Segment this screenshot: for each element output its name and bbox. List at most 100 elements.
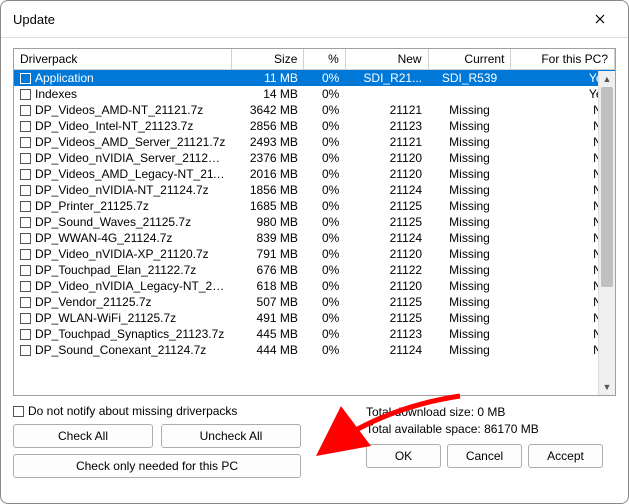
driverpack-table: Driverpack Size % New Current For this P…: [14, 49, 615, 358]
cell-pct: 0%: [304, 326, 345, 342]
table-row[interactable]: DP_Videos_AMD_Server_21121.7z2493 MB0%21…: [14, 134, 615, 150]
cell-newv: 21125: [345, 198, 428, 214]
row-checkbox[interactable]: [20, 137, 31, 148]
cell-newv: 21125: [345, 214, 428, 230]
check-needed-button[interactable]: Check only needed for this PC: [13, 454, 301, 478]
uncheck-all-button[interactable]: Uncheck All: [161, 424, 301, 448]
table-row[interactable]: DP_Video_nVIDIA_Server_21120.7z2376 MB0%…: [14, 150, 615, 166]
cell-size: 1685 MB: [231, 198, 303, 214]
row-checkbox[interactable]: [20, 121, 31, 132]
cell-size: 491 MB: [231, 310, 303, 326]
cell-cur: Missing: [428, 342, 511, 358]
row-checkbox[interactable]: [20, 297, 31, 308]
cell-pct: 0%: [304, 294, 345, 310]
table-row[interactable]: DP_Printer_21125.7z1685 MB0%21125Missing…: [14, 198, 615, 214]
row-checkbox[interactable]: [20, 265, 31, 276]
cell-pct: 0%: [304, 310, 345, 326]
row-checkbox[interactable]: [20, 313, 31, 324]
row-checkbox[interactable]: [20, 73, 31, 84]
row-checkbox[interactable]: [20, 169, 31, 180]
row-checkbox[interactable]: [20, 105, 31, 116]
accept-button[interactable]: Accept: [528, 444, 603, 468]
cell-name-text: DP_Video_nVIDIA-NT_21124.7z: [35, 183, 209, 197]
table-row[interactable]: DP_Touchpad_Elan_21122.7z676 MB0%21122Mi…: [14, 262, 615, 278]
row-checkbox[interactable]: [20, 345, 31, 356]
table-row[interactable]: DP_Videos_AMD_Legacy-NT_211...2016 MB0%2…: [14, 166, 615, 182]
cell-driverpack: DP_Videos_AMD_Legacy-NT_211...: [14, 166, 231, 182]
cell-size: 11 MB: [231, 70, 303, 87]
table-row[interactable]: DP_Videos_AMD-NT_21121.7z3642 MB0%21121M…: [14, 102, 615, 118]
notify-label: Do not notify about missing driverpacks: [28, 404, 237, 418]
col-new[interactable]: New: [345, 49, 428, 70]
row-checkbox[interactable]: [20, 201, 31, 212]
scroll-down-arrow[interactable]: ▼: [599, 379, 615, 395]
table-row[interactable]: DP_Video_nVIDIA-NT_21124.7z1856 MB0%2112…: [14, 182, 615, 198]
row-checkbox[interactable]: [20, 233, 31, 244]
row-checkbox[interactable]: [20, 89, 31, 100]
cell-size: 2856 MB: [231, 118, 303, 134]
cancel-button[interactable]: Cancel: [447, 444, 522, 468]
cell-driverpack: DP_Printer_21125.7z: [14, 198, 231, 214]
cell-driverpack: DP_Videos_AMD-NT_21121.7z: [14, 102, 231, 118]
driverpack-table-container: Driverpack Size % New Current For this P…: [13, 48, 616, 396]
cell-name-text: DP_Vendor_21125.7z: [35, 295, 152, 309]
scroll-thumb[interactable]: [601, 87, 613, 287]
cell-size: 791 MB: [231, 246, 303, 262]
vertical-scrollbar[interactable]: ▲ ▼: [598, 71, 615, 395]
table-row[interactable]: DP_Sound_Conexant_21124.7z444 MB0%21124M…: [14, 342, 615, 358]
table-row[interactable]: DP_WWAN-4G_21124.7z839 MB0%21124MissingN…: [14, 230, 615, 246]
cell-newv: 21122: [345, 262, 428, 278]
table-row[interactable]: Indexes14 MB0%Yes: [14, 86, 615, 102]
check-all-button[interactable]: Check All: [13, 424, 153, 448]
cell-newv: 21124: [345, 230, 428, 246]
cell-newv: SDI_R21...: [345, 70, 428, 87]
cell-newv: 21123: [345, 326, 428, 342]
row-checkbox[interactable]: [20, 153, 31, 164]
row-checkbox[interactable]: [20, 329, 31, 340]
col-size[interactable]: Size: [231, 49, 303, 70]
cell-newv: 21120: [345, 246, 428, 262]
scroll-up-arrow[interactable]: ▲: [599, 71, 615, 87]
cell-cur: Missing: [428, 310, 511, 326]
close-button[interactable]: [582, 7, 618, 31]
notify-checkbox[interactable]: [13, 406, 24, 417]
cell-pct: 0%: [304, 278, 345, 294]
table-row[interactable]: DP_Sound_Waves_21125.7z980 MB0%21125Miss…: [14, 214, 615, 230]
cell-cur: Missing: [428, 134, 511, 150]
row-checkbox[interactable]: [20, 281, 31, 292]
table-row[interactable]: DP_Vendor_21125.7z507 MB0%21125MissingNo: [14, 294, 615, 310]
cell-driverpack: DP_Sound_Waves_21125.7z: [14, 214, 231, 230]
table-row[interactable]: DP_Video_Intel-NT_21123.7z2856 MB0%21123…: [14, 118, 615, 134]
table-row[interactable]: DP_Touchpad_Synaptics_21123.7z445 MB0%21…: [14, 326, 615, 342]
cell-name-text: DP_WWAN-4G_21124.7z: [35, 231, 172, 245]
cell-name-text: DP_Videos_AMD-NT_21121.7z: [35, 103, 203, 117]
cell-name-text: DP_Touchpad_Synaptics_21123.7z: [35, 327, 224, 341]
cell-pct: 0%: [304, 102, 345, 118]
cell-name-text: DP_Video_nVIDIA-XP_21120.7z: [35, 247, 209, 261]
cell-cur: Missing: [428, 294, 511, 310]
table-row[interactable]: Application11 MB0%SDI_R21...SDI_R539Yes: [14, 70, 615, 87]
table-row[interactable]: DP_Video_nVIDIA-XP_21120.7z791 MB0%21120…: [14, 246, 615, 262]
cell-driverpack: DP_Video_Intel-NT_21123.7z: [14, 118, 231, 134]
cell-driverpack: DP_Video_nVIDIA_Server_21120.7z: [14, 150, 231, 166]
cell-size: 14 MB: [231, 86, 303, 102]
col-driverpack[interactable]: Driverpack: [14, 49, 231, 70]
cell-size: 676 MB: [231, 262, 303, 278]
cell-driverpack: DP_Sound_Conexant_21124.7z: [14, 342, 231, 358]
row-checkbox[interactable]: [20, 185, 31, 196]
ok-button[interactable]: OK: [366, 444, 441, 468]
window-title: Update: [13, 12, 55, 27]
table-row[interactable]: DP_WLAN-WiFi_21125.7z491 MB0%21125Missin…: [14, 310, 615, 326]
col-current[interactable]: Current: [428, 49, 511, 70]
cell-size: 618 MB: [231, 278, 303, 294]
col-for-this-pc[interactable]: For this PC?: [511, 49, 615, 70]
cell-pct: 0%: [304, 166, 345, 182]
cell-name-text: Application: [35, 71, 94, 85]
table-row[interactable]: DP_Video_nVIDIA_Legacy-NT_211...618 MB0%…: [14, 278, 615, 294]
cell-name-text: DP_Videos_AMD_Server_21121.7z: [35, 135, 225, 149]
col-percent[interactable]: %: [304, 49, 345, 70]
cell-cur: Missing: [428, 118, 511, 134]
row-checkbox[interactable]: [20, 217, 31, 228]
row-checkbox[interactable]: [20, 249, 31, 260]
check-buttons-row: Check All Uncheck All: [13, 424, 346, 448]
